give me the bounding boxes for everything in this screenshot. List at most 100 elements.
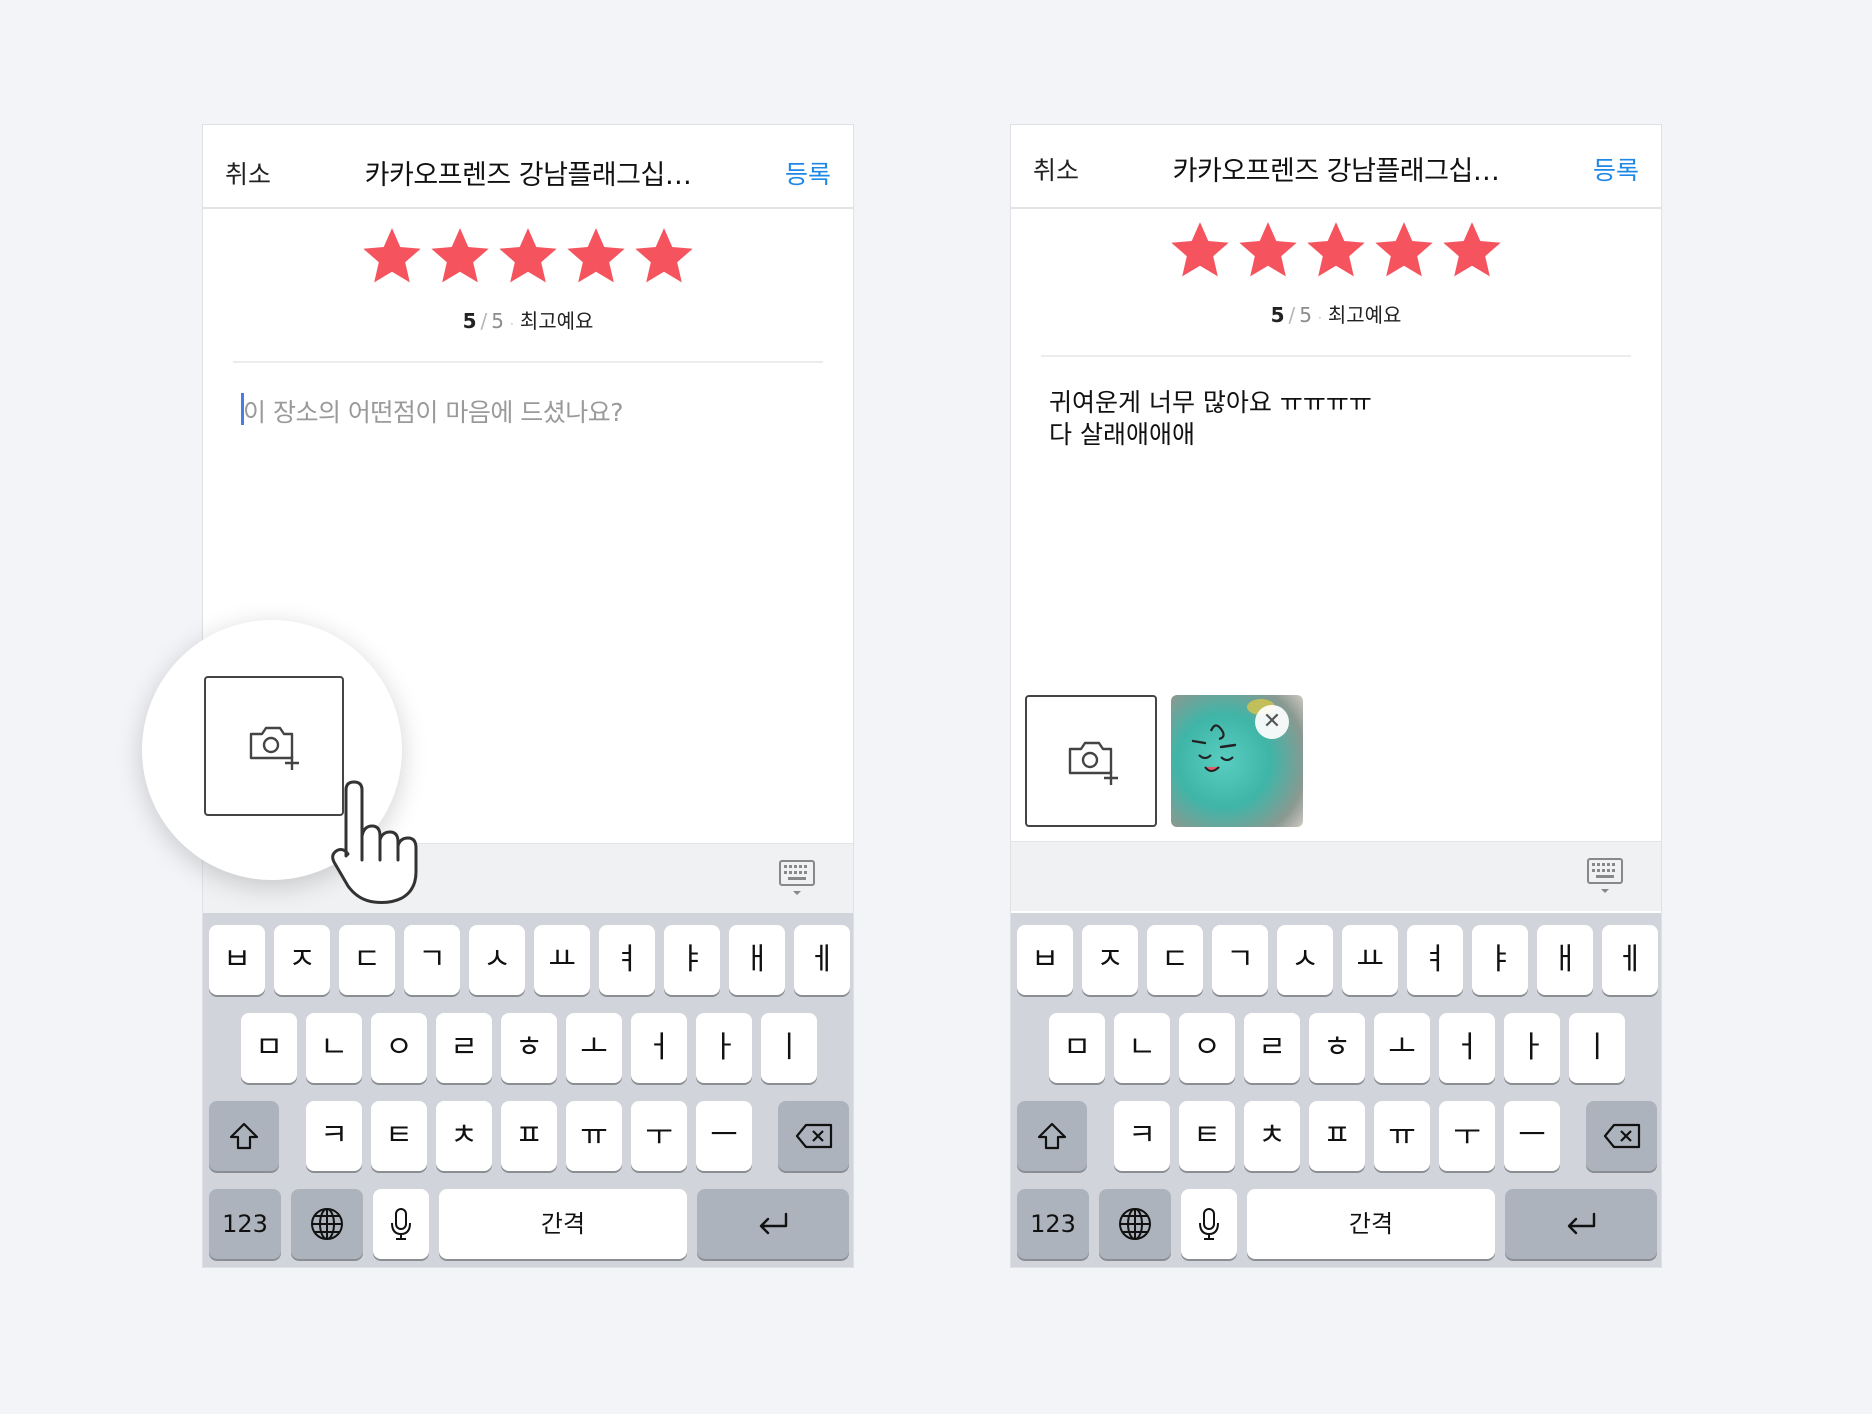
camera-plus-icon	[1068, 741, 1118, 785]
mic-key[interactable]	[1181, 1189, 1237, 1259]
delete-key[interactable]	[1586, 1101, 1657, 1171]
key[interactable]: ㅂ	[209, 925, 265, 995]
key[interactable]: ㅡ	[1504, 1101, 1560, 1171]
key[interactable]: ㅍ	[1309, 1101, 1365, 1171]
star-icon[interactable]	[1305, 219, 1367, 281]
key[interactable]: ㅎ	[501, 1013, 557, 1083]
key[interactable]: ㅜ	[1439, 1101, 1495, 1171]
key[interactable]: ㅍ	[501, 1101, 557, 1171]
rating-dot: ·	[1317, 311, 1322, 325]
review-screen-filled: 취소 카카오프렌즈 강남플래그십… 등록 5/5 · 최고예요 귀여운게 너무 많아…	[1010, 124, 1662, 1268]
korean-keyboard: ㅂ ㅈ ㄷ ㄱ ㅅ ㅛ ㅕ ㅑ ㅐ ㅔ ㅁ ㄴ ㅇ ㄹ ㅎ ㅗ ㅓ ㅏ ㅣ ㅋ …	[203, 913, 853, 1267]
key[interactable]: ㅐ	[1537, 925, 1593, 995]
star-icon[interactable]	[1441, 219, 1503, 281]
divider	[233, 361, 823, 363]
key[interactable]: ㅣ	[761, 1013, 817, 1083]
keyboard-dismiss-icon[interactable]	[1587, 858, 1623, 896]
key[interactable]: ㅗ	[1374, 1013, 1430, 1083]
key[interactable]: ㅛ	[534, 925, 590, 995]
globe-key[interactable]	[291, 1189, 363, 1259]
key[interactable]: ㄷ	[1147, 925, 1203, 995]
key[interactable]: ㅕ	[599, 925, 655, 995]
submit-button[interactable]: 등록	[785, 155, 831, 191]
key[interactable]: ㅊ	[1244, 1101, 1300, 1171]
submit-button[interactable]: 등록	[1593, 151, 1639, 187]
key[interactable]: ㅣ	[1569, 1013, 1625, 1083]
return-icon	[759, 1212, 788, 1235]
key[interactable]: ㅔ	[794, 925, 850, 995]
key[interactable]: ㅇ	[1179, 1013, 1235, 1083]
star-icon[interactable]	[1169, 219, 1231, 281]
key[interactable]: ㅁ	[241, 1013, 297, 1083]
photo-thumbnail[interactable]: ✕	[1171, 695, 1303, 827]
key[interactable]: ㄱ	[404, 925, 460, 995]
key[interactable]: ㄹ	[1244, 1013, 1300, 1083]
space-key[interactable]: 간격	[1247, 1189, 1495, 1259]
shift-key[interactable]	[209, 1101, 279, 1171]
key[interactable]: ㅕ	[1407, 925, 1463, 995]
review-input[interactable]: 귀여운게 너무 많아요 ㅠㅠㅠㅠ 다 살래애애애	[1049, 387, 1372, 451]
star-icon[interactable]	[565, 225, 627, 287]
star-icon[interactable]	[1373, 219, 1435, 281]
add-photo-button[interactable]	[204, 676, 344, 816]
key[interactable]: ㅑ	[664, 925, 720, 995]
keyboard-dismiss-icon[interactable]	[779, 860, 815, 898]
key[interactable]: ㅋ	[306, 1101, 362, 1171]
key[interactable]: ㅈ	[1082, 925, 1138, 995]
key[interactable]: ㅔ	[1602, 925, 1658, 995]
key[interactable]: ㄱ	[1212, 925, 1268, 995]
microphone-icon	[1199, 1208, 1219, 1240]
key[interactable]: ㅇ	[371, 1013, 427, 1083]
backspace-icon	[1603, 1123, 1640, 1149]
page-title: 카카오프렌즈 강남플래그십…	[1172, 156, 1500, 187]
key[interactable]: ㅠ	[566, 1101, 622, 1171]
key[interactable]: ㅁ	[1049, 1013, 1105, 1083]
input-toolbar	[1011, 841, 1661, 911]
add-photo-button[interactable]	[1025, 695, 1157, 827]
space-key[interactable]: 간격	[439, 1189, 687, 1259]
key[interactable]: ㅎ	[1309, 1013, 1365, 1083]
mic-key[interactable]	[373, 1189, 429, 1259]
review-input[interactable]: 이 장소의 어떤점이 마음에 드셨나요?	[243, 393, 624, 429]
key[interactable]: ㄴ	[306, 1013, 362, 1083]
rating-summary: 5/5 · 최고예요	[203, 305, 853, 334]
key[interactable]: ㅊ	[436, 1101, 492, 1171]
star-icon[interactable]	[361, 225, 423, 287]
key[interactable]: ㅈ	[274, 925, 330, 995]
star-icon[interactable]	[633, 225, 695, 287]
star-icon[interactable]	[497, 225, 559, 287]
return-key[interactable]	[1505, 1189, 1657, 1259]
key[interactable]: ㅐ	[729, 925, 785, 995]
key[interactable]: ㄹ	[436, 1013, 492, 1083]
star-icon[interactable]	[1237, 219, 1299, 281]
key[interactable]: ㅅ	[469, 925, 525, 995]
key[interactable]: ㅗ	[566, 1013, 622, 1083]
key[interactable]: ㅂ	[1017, 925, 1073, 995]
key[interactable]: ㅌ	[371, 1101, 427, 1171]
rating-score: 5	[462, 309, 477, 333]
key[interactable]: ㅏ	[1504, 1013, 1560, 1083]
key[interactable]: ㅌ	[1179, 1101, 1235, 1171]
key[interactable]: ㅓ	[631, 1013, 687, 1083]
rating-description: 최고예요	[519, 309, 594, 333]
key[interactable]: ㅋ	[1114, 1101, 1170, 1171]
key[interactable]: ㅑ	[1472, 925, 1528, 995]
key[interactable]: ㄷ	[339, 925, 395, 995]
delete-key[interactable]	[778, 1101, 849, 1171]
globe-key[interactable]	[1099, 1189, 1171, 1259]
key[interactable]: ㅠ	[1374, 1101, 1430, 1171]
rating-description: 최고예요	[1327, 303, 1402, 327]
shift-key[interactable]	[1017, 1101, 1087, 1171]
star-icon[interactable]	[429, 225, 491, 287]
numbers-key[interactable]: 123	[209, 1189, 281, 1259]
key[interactable]: ㅅ	[1277, 925, 1333, 995]
return-key[interactable]	[697, 1189, 849, 1259]
close-icon[interactable]: ✕	[1255, 705, 1289, 739]
key[interactable]: ㅛ	[1342, 925, 1398, 995]
key[interactable]: ㅜ	[631, 1101, 687, 1171]
key[interactable]: ㅏ	[696, 1013, 752, 1083]
key[interactable]: ㅡ	[696, 1101, 752, 1171]
key[interactable]: ㅓ	[1439, 1013, 1495, 1083]
numbers-key[interactable]: 123	[1017, 1189, 1089, 1259]
key[interactable]: ㄴ	[1114, 1013, 1170, 1083]
